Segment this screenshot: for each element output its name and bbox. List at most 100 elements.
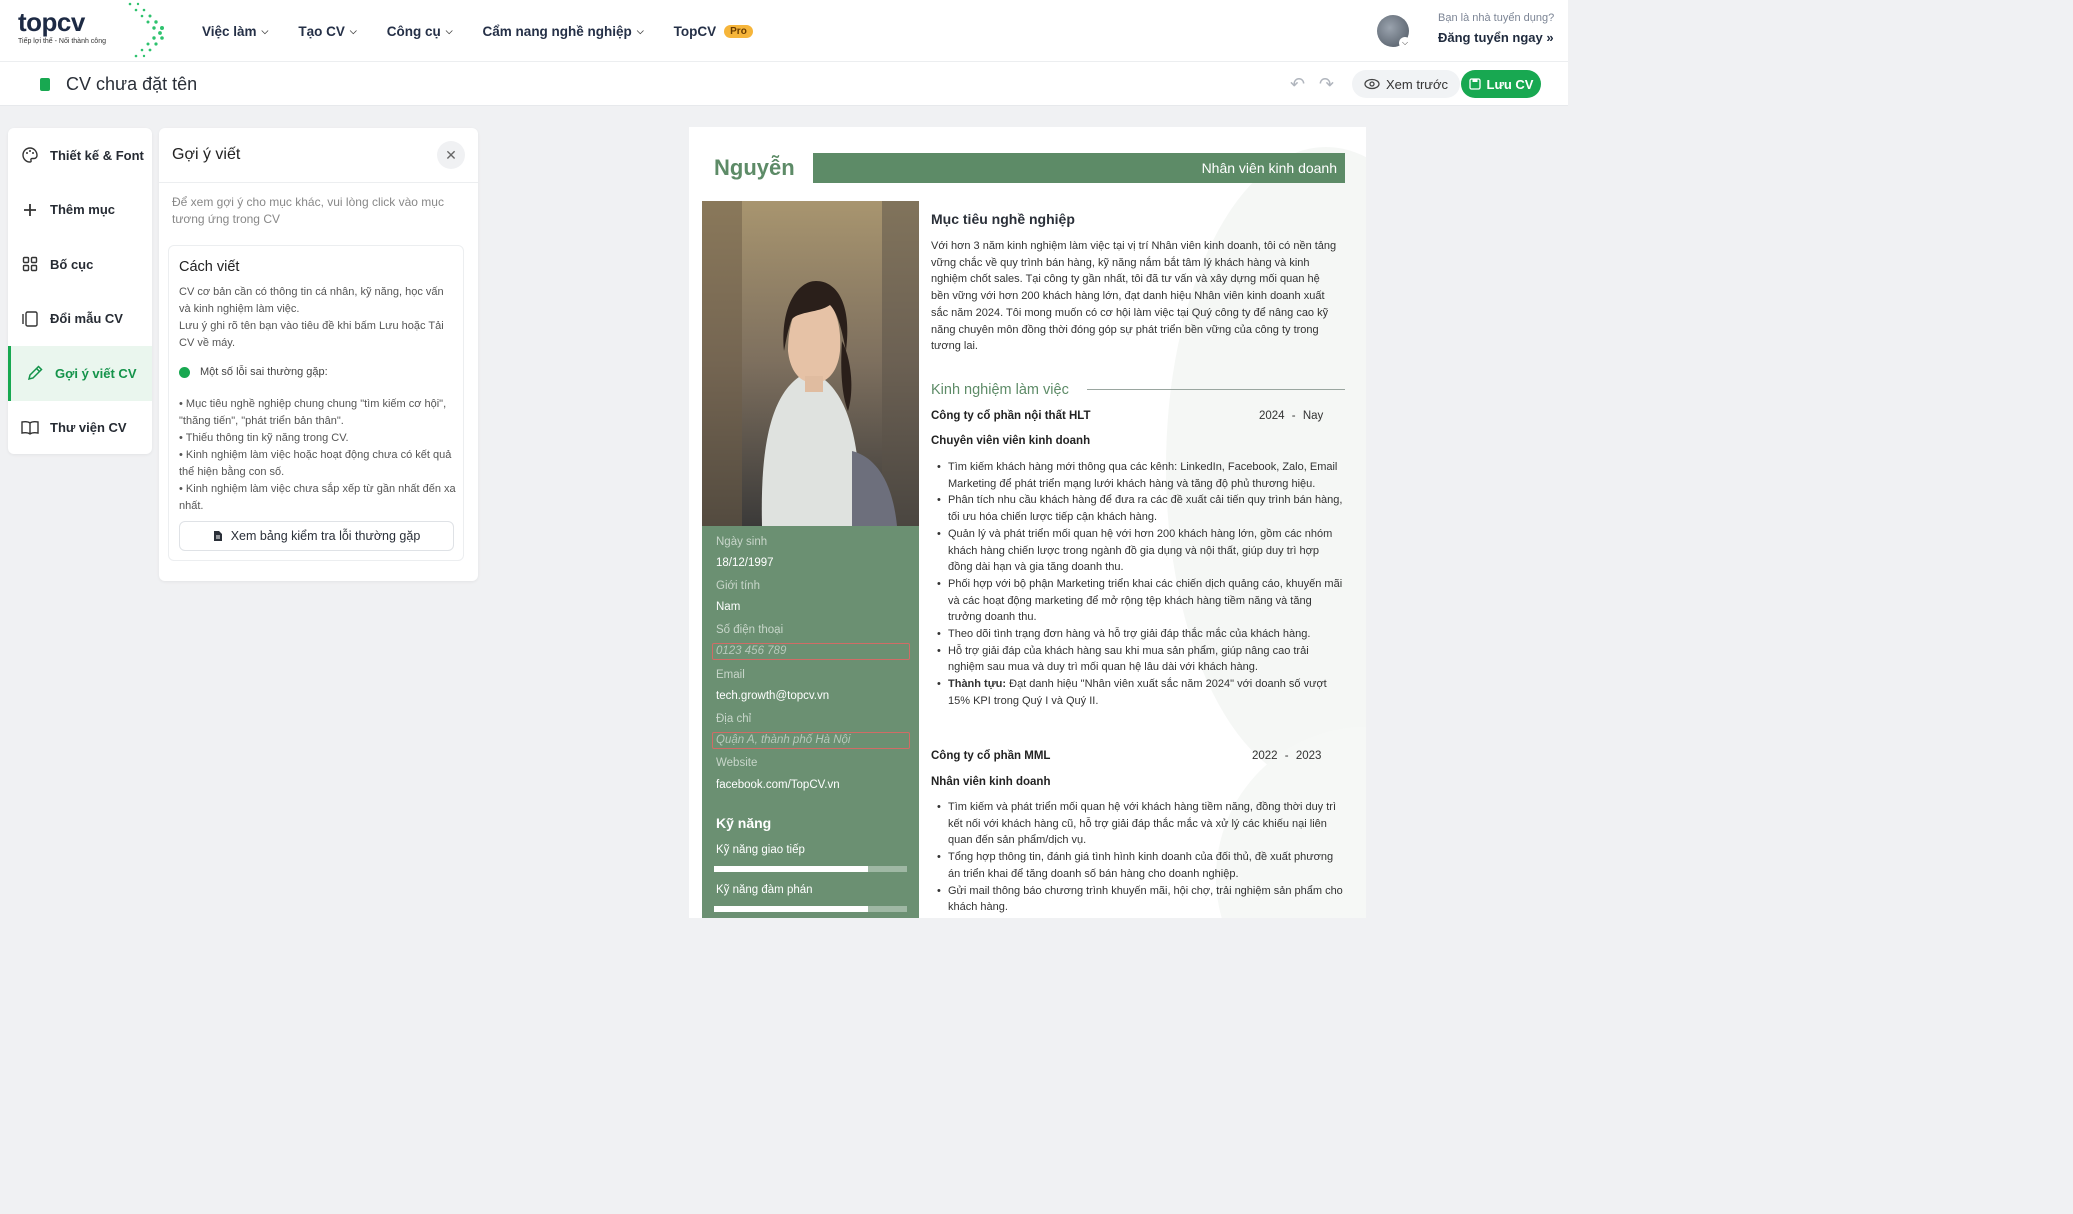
objective-text[interactable]: Với hơn 3 năm kinh nghiệm làm việc tại v… [931,238,1341,355]
undo-icon[interactable]: ↶ [1290,74,1305,95]
info-value: tech.growth@topcv.vn [716,690,830,702]
cv-position[interactable]: Nhân viên kinh doanh [1202,160,1337,176]
info-label: Website [716,757,758,769]
email-value[interactable]: tech.growth@topcv.vn [716,690,829,702]
info-label: Email [716,669,745,681]
list-item: • Thiếu thông tin kỹ năng trong CV. [179,432,349,444]
birth-value[interactable]: 18/12/1997 [716,557,774,569]
chevron-down-icon: ⌵ [261,25,269,36]
nav-topcv-pro[interactable]: TopCV Pro [674,24,753,39]
cv-paper: Nguyễn Nhân viên kinh doanh Ngày sinh 18 [689,127,1366,918]
job-bullets[interactable]: Tìm kiếm khách hàng mới thông qua các kê… [935,459,1345,710]
info-label: Giới tính [716,580,760,592]
job-role[interactable]: Nhân viên kinh doanh [931,776,1050,788]
cv-title-bar: Nhân viên kinh doanh [813,153,1345,183]
job-company[interactable]: Công ty cổ phần nội thất HLT [931,410,1091,422]
address-field[interactable]: Quận A, thành phố Hà Nội [716,734,850,746]
chevron-down-icon[interactable]: ⌵ [1399,37,1411,49]
sidebar-item-label: Thư viện CV [50,420,127,436]
redo-icon[interactable]: ↷ [1319,74,1334,95]
tip-card-title: Cách viết [179,259,240,275]
skill-name[interactable]: Kỹ năng giao tiếp [716,844,805,856]
phone-label: Số điện thoại [716,624,783,636]
skill-name[interactable]: Kỹ năng đàm phán [716,884,813,896]
double-chevron-right-icon: » [1546,30,1554,45]
cv-full-name[interactable]: Nguyễn [714,155,795,181]
info-value: Nam [716,601,741,613]
sidebar-item-cv-library[interactable]: Thư viện CV [8,401,152,455]
job-period[interactable]: 2022 - 2023 [1252,750,1321,762]
nav-jobs[interactable]: Việc làm ⌵ [202,24,268,39]
writing-tips-panel: Gợi ý viết ✕ Để xem gợi ý cho mục khác, … [159,128,478,581]
view-checklist-button[interactable]: Xem bảng kiểm tra lỗi thường gặp [179,521,454,551]
save-cv-button[interactable]: Lưu CV [1461,70,1541,98]
info-icon [179,366,190,378]
email-label: Email [716,669,745,681]
employer-link[interactable]: Bạn là nhà tuyển dụng? Đăng tuyển ngay » [1438,12,1554,45]
info-value: 18/12/1997 [716,557,774,569]
logo-chevron-decoration [128,2,164,58]
job-period[interactable]: 2024 - Nay [1259,410,1323,422]
list-item: Thành tựu: Đạt danh hiệu "Nhân viên xuất… [935,676,1345,709]
profile-photo-illustration [702,201,919,526]
list-item: Hỗ trợ giải đáp của khách hàng sau khi m… [935,643,1345,676]
gender-label: Giới tính [716,580,760,592]
list-item: Quản lý và phát triển mối quan hệ với hơ… [935,526,1345,576]
topcv-logo[interactable]: topcv Tiếp lợi thế - Nối thành công [18,8,106,45]
template-icon [20,309,40,329]
info-label: Số điện thoại [716,624,784,636]
sidebar-item-add-section[interactable]: Thêm mục [8,183,152,238]
cv-left-column: Ngày sinh 18/12/1997 Giới tính Nam Số đi… [702,201,919,918]
mistakes-list: • Mục tiêu nghề nghiệp chung chung "tìm … [179,396,459,515]
sidebar-item-label: Đổi mẫu CV [50,311,123,327]
skills-title[interactable]: Kỹ năng [716,815,771,831]
address-label: Địa chỉ [716,713,751,725]
cv-title[interactable]: CV chưa đặt tên [66,74,197,95]
preview-button[interactable]: Xem trước [1352,70,1461,98]
experience-title[interactable]: Kinh nghiệm làm việc [931,382,1069,398]
palette-icon [20,145,40,165]
profile-photo[interactable] [702,201,919,526]
tip-body-line: Lưu ý ghi rõ tên bạn vào tiêu đề khi bấm… [179,320,444,349]
gender-value[interactable]: Nam [716,601,740,613]
document-icon [40,78,50,91]
nav-career-guide-label: Cẩm nang nghề nghiệp [482,23,632,39]
job-company[interactable]: Công ty cổ phần MML [931,750,1050,762]
objective-title[interactable]: Mục tiêu nghề nghiệp [931,211,1075,227]
website-value[interactable]: facebook.com/TopCV.vn [716,779,840,791]
achievement-label: Thành tựu: [948,678,1007,691]
skill-bar[interactable] [714,866,907,872]
info-value: facebook.com/TopCV.vn [716,779,840,791]
logo-text-cv: cv [56,7,85,37]
skill-bar[interactable] [714,906,907,912]
top-navbar: topcv Tiếp lợi thế - Nối thành công Việc… [0,0,1568,62]
panel-divider [159,182,478,183]
list-item: Phân tích nhu cầu khách hàng để đưa ra c… [935,492,1345,525]
section-divider [1087,389,1345,390]
skill-bar-fill [714,906,869,912]
main-nav: Việc làm ⌵ Tạo CV ⌵ Công cụ ⌵ Cẩm nang nghề… [202,0,783,62]
list-item: Tìm kiếm và phát triển mối quan hệ với k… [935,799,1345,849]
sidebar-item-label: Gợi ý viết CV [55,365,137,381]
nav-career-guide[interactable]: Cẩm nang nghề nghiệp ⌵ [483,24,644,39]
sidebar-item-change-template[interactable]: Đổi mẫu CV [8,292,152,347]
job-role[interactable]: Chuyên viên viên kinh doanh [931,435,1090,447]
save-cv-label: Lưu CV [1486,76,1534,92]
sidebar-item-design-font[interactable]: Thiết kế & Font [8,128,152,183]
panel-hint: Để xem gợi ý cho mục khác, vui lòng clic… [172,195,444,226]
phone-field[interactable]: 0123 456 789 [716,645,786,657]
sidebar-item-layout[interactable]: Bố cục [8,237,152,292]
list-item: • Kinh nghiệm làm việc hoặc hoạt động ch… [179,449,452,478]
job-bullets[interactable]: Tìm kiếm và phát triển mối quan hệ với k… [935,799,1345,916]
panel-title: Gợi ý viết [172,146,241,163]
preview-label: Xem trước [1386,76,1449,92]
job-end: 2023 [1295,750,1322,762]
nav-create-cv[interactable]: Tạo CV ⌵ [298,24,356,39]
book-open-icon [20,418,40,438]
sidebar-item-writing-tips[interactable]: Gợi ý viết CV [8,346,152,401]
nav-tools[interactable]: Công cụ ⌵ [387,24,453,39]
chevron-down-icon: ⌵ [445,25,453,36]
address-placeholder: Quận A, thành phố Hà Nội [716,734,851,746]
close-icon[interactable]: ✕ [437,141,465,169]
list-item: Tìm kiếm khách hàng mới thông qua các kê… [935,459,1345,492]
